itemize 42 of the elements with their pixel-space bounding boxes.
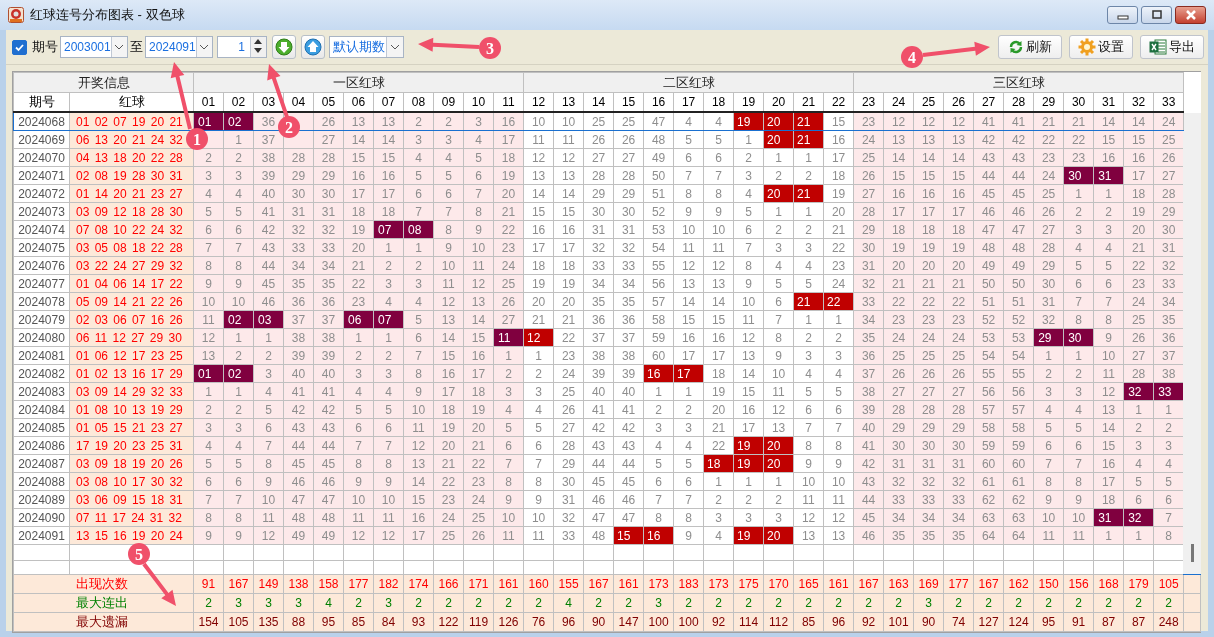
column-header[interactable]: 期号	[13, 92, 70, 112]
callout-arrow	[418, 37, 480, 52]
period-dropdown[interactable]: 默认期数	[329, 36, 404, 58]
up-triangle-icon	[251, 37, 265, 46]
chevron-icon	[199, 44, 210, 50]
group-header: 开奖信息	[13, 72, 194, 93]
minimize-button[interactable]	[1107, 6, 1138, 24]
close-button[interactable]	[1175, 6, 1206, 24]
export-button[interactable]: 导出	[1140, 35, 1204, 59]
spreadsheet-icon	[1149, 39, 1167, 55]
close-icon	[1184, 10, 1197, 20]
range-label: 至	[130, 38, 143, 56]
callout-badge: 3	[479, 37, 501, 59]
maximize-button[interactable]	[1141, 6, 1172, 24]
callout-arrow	[170, 62, 192, 130]
callout-arrow	[142, 562, 176, 606]
down-triangle-icon	[251, 46, 265, 55]
checkbox-label: 期号	[32, 38, 58, 56]
chevron-icon	[114, 44, 125, 50]
callout-badge: 5	[128, 543, 150, 565]
callout-badge: 1	[186, 128, 208, 150]
group-header: 三区红球	[853, 72, 1184, 93]
window-title: 红球连号分布图表 - 双色球	[30, 6, 185, 24]
gear-icon	[1078, 38, 1096, 56]
up-arrow-button[interactable]	[301, 35, 325, 59]
settings-button[interactable]: 设置	[1069, 35, 1133, 59]
callout-badge: 2	[278, 116, 300, 138]
group-header: 一区红球	[193, 72, 524, 93]
checkbox[interactable]	[12, 39, 27, 55]
scrollbar[interactable]	[1183, 112, 1201, 575]
start-issue-dropdown[interactable]: 2003001	[60, 36, 128, 58]
app-icon	[8, 7, 24, 23]
end-issue-dropdown[interactable]: 2024091	[145, 36, 213, 58]
refresh-button[interactable]: 刷新	[998, 35, 1062, 59]
group-header: 二区红球	[523, 72, 854, 93]
chevron-icon	[390, 44, 400, 50]
callout-arrow	[922, 41, 990, 57]
callout-badge: 4	[901, 46, 923, 68]
down-arrow-button[interactable]	[272, 35, 296, 59]
maximize-icon	[1150, 10, 1163, 20]
refresh-icon	[1008, 39, 1024, 55]
step-spinner[interactable]: 1	[217, 36, 267, 58]
